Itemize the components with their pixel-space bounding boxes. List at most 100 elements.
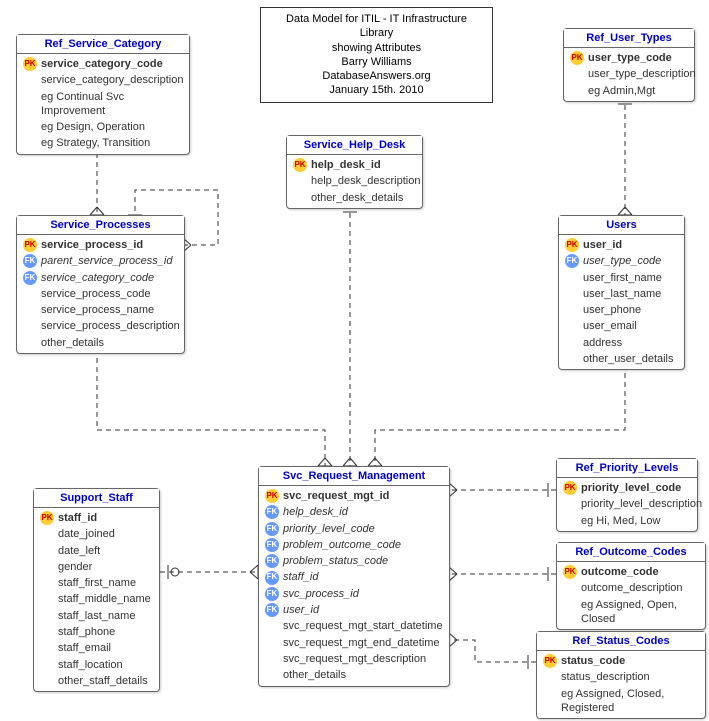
attribute-row: eg Strategy, Transition: [21, 135, 185, 151]
attribute-name: staff_last_name: [58, 609, 135, 623]
entity-ref-status-codes: Ref_Status_Codes PKstatus_codestatus_des…: [536, 631, 706, 719]
title-line: DatabaseAnswers.org: [269, 69, 484, 83]
attribute-row: eg Assigned, Closed, Registered: [541, 686, 701, 717]
attribute-row: FK user_id: [263, 602, 445, 618]
attribute-name: staff_first_name: [58, 576, 136, 590]
fk-icon: FK: [265, 603, 279, 617]
attribute-row: other_desk_details: [291, 190, 418, 206]
pk-icon: PK: [265, 489, 279, 503]
entity-ref-user-types: Ref_User_Types PK user_type_codeuser_type…: [563, 28, 695, 102]
attribute-row: PK user_type_code: [568, 50, 690, 66]
attribute-row: user_phone: [563, 302, 680, 318]
attribute-row: FKstaff_id: [263, 569, 445, 585]
entity-header: Ref_User_Types: [564, 29, 694, 48]
pk-icon: PK: [40, 511, 54, 525]
attribute-name: eg Design, Operation: [41, 120, 145, 134]
attribute-name: service_category_description: [41, 73, 183, 87]
attribute-name: other_details: [283, 668, 346, 682]
attribute-name: user_id: [283, 603, 319, 617]
entity-header: Ref_Outcome_Codes: [557, 543, 705, 562]
attribute-name: service_process_description: [41, 319, 180, 333]
attribute-name: outcome_code: [581, 565, 659, 579]
attribute-row: user_type_description: [568, 66, 690, 82]
attribute-name: staff_phone: [58, 625, 115, 639]
pk-icon: PK: [563, 565, 577, 579]
attribute-row: FKsvc_process_id: [263, 586, 445, 602]
fk-icon: FK: [265, 522, 279, 536]
entity-header: Ref_Priority_Levels: [557, 459, 697, 478]
entity-header: Service_Processes: [17, 216, 184, 235]
attribute-name: priority_level_code: [283, 522, 375, 536]
pk-icon: PK: [543, 654, 557, 668]
attribute-name: help_desk_id: [311, 158, 381, 172]
entity-header: Service_Help_Desk: [287, 136, 422, 155]
attribute-name: service_process_code: [41, 287, 150, 301]
attribute-row: eg Hi, Med, Low: [561, 513, 693, 529]
attribute-row: staff_last_name: [38, 608, 155, 624]
pk-icon: PK: [563, 481, 577, 495]
attribute-row: user_first_name: [563, 270, 680, 286]
attribute-row: eg Assigned, Open, Closed: [561, 597, 701, 628]
attribute-row: PKstatus_code: [541, 653, 701, 669]
attribute-row: PK priority_level_code: [561, 480, 693, 496]
attribute-name: help_desk_id: [283, 505, 348, 519]
attribute-row: other_user_details: [563, 351, 680, 367]
attribute-name: eg Strategy, Transition: [41, 136, 150, 150]
fk-icon: FK: [265, 538, 279, 552]
attribute-row: outcome_description: [561, 580, 701, 596]
attribute-name: staff_id: [58, 511, 97, 525]
entity-svc-request-management: Svc_Request_Management PKsvc_request_mgt…: [258, 466, 450, 687]
attribute-row: eg Design, Operation: [21, 119, 185, 135]
attribute-row: FKhelp_desk_id: [263, 504, 445, 520]
attribute-row: eg Admin,Mgt: [568, 83, 690, 99]
attribute-name: outcome_description: [581, 581, 683, 595]
attribute-name: gender: [58, 560, 92, 574]
attribute-row: gender: [38, 559, 155, 575]
attribute-name: svc_request_mgt_end_datetime: [283, 636, 440, 650]
attribute-name: date_left: [58, 544, 100, 558]
attribute-name: user_id: [583, 238, 622, 252]
attribute-name: eg Hi, Med, Low: [581, 514, 660, 528]
fk-icon: FK: [23, 254, 37, 268]
fk-icon: FK: [565, 254, 579, 268]
attribute-name: problem_status_code: [283, 554, 388, 568]
attribute-row: service_process_name: [21, 302, 180, 318]
attribute-row: PKservice_process_id: [21, 237, 180, 253]
attribute-row: svc_request_mgt_start_datetime: [263, 618, 445, 634]
attribute-name: user_type_code: [588, 51, 672, 65]
attribute-name: priority_level_code: [581, 481, 681, 495]
attribute-row: svc_request_mgt_description: [263, 651, 445, 667]
attribute-row: other_details: [263, 667, 445, 683]
attribute-row: staff_email: [38, 640, 155, 656]
attribute-row: priority_level_description: [561, 496, 693, 512]
attribute-name: service_process_id: [41, 238, 143, 252]
attribute-name: help_desk_description: [311, 174, 420, 188]
attribute-name: user_email: [583, 319, 637, 333]
attribute-row: staff_location: [38, 657, 155, 673]
entity-header: Ref_Service_Category: [17, 35, 189, 54]
pk-icon: PK: [293, 158, 307, 172]
attribute-row: user_last_name: [563, 286, 680, 302]
attribute-row: date_left: [38, 543, 155, 559]
entity-users: Users PK user_idFKuser_type_codeuser_firs…: [558, 215, 685, 370]
pk-icon: PK: [23, 57, 37, 71]
attribute-name: problem_outcome_code: [283, 538, 401, 552]
attribute-row: status_description: [541, 669, 701, 685]
attribute-row: PKsvc_request_mgt_id: [263, 488, 445, 504]
attribute-name: svc_request_mgt_description: [283, 652, 426, 666]
entity-header: Users: [559, 216, 684, 235]
attribute-row: service_category_description: [21, 72, 185, 88]
fk-icon: FK: [23, 271, 37, 285]
attribute-row: PK staff_id: [38, 510, 155, 526]
pk-icon: PK: [570, 51, 584, 65]
title-line: Barry Williams: [269, 55, 484, 69]
attribute-row: help_desk_description: [291, 173, 418, 189]
attribute-row: date_joined: [38, 526, 155, 542]
attribute-name: other_staff_details: [58, 674, 148, 688]
pk-icon: PK: [565, 238, 579, 252]
attribute-name: priority_level_description: [581, 497, 702, 511]
attribute-name: eg Assigned, Open, Closed: [581, 598, 699, 627]
attribute-name: user_last_name: [583, 287, 661, 301]
attribute-row: FKuser_type_code: [563, 253, 680, 269]
attribute-row: other_staff_details: [38, 673, 155, 689]
